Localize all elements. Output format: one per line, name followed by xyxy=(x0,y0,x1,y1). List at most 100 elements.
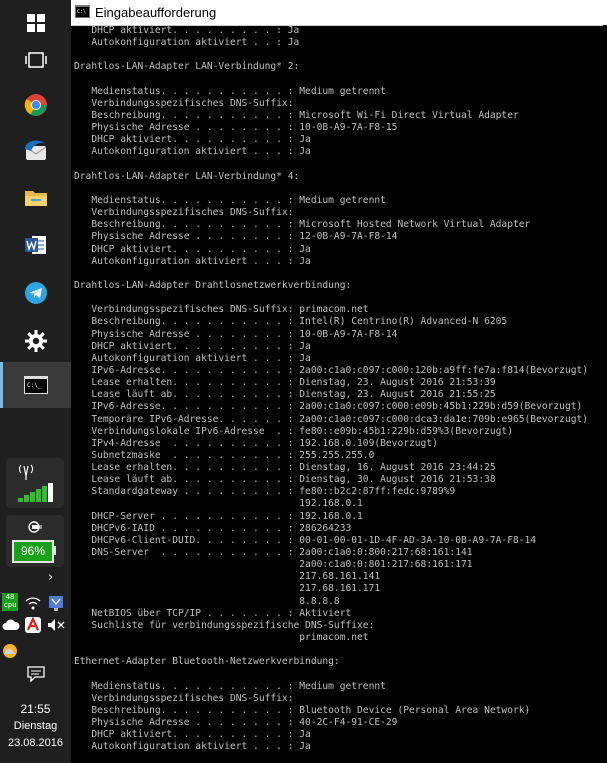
gear-icon xyxy=(24,330,47,352)
weather-app-icon[interactable] xyxy=(2,643,18,659)
window-title: Eingabeaufforderung xyxy=(95,5,217,20)
console-line: Physische Adresse . . . . . . . . : 12-0… xyxy=(74,231,398,243)
cmd-button[interactable]: C:\_ xyxy=(0,362,71,408)
task-view-icon xyxy=(24,52,47,68)
cmd-icon: C:\ xyxy=(75,5,90,18)
console-line: Beschreibung. . . . . . . . . . . : Micr… xyxy=(74,109,519,121)
taskbar: C:\_ 96% › 48 cpu 21:55 Dienstag 23.08.2… xyxy=(0,0,71,763)
vertical-scrollbar[interactable] xyxy=(603,25,607,763)
console-line: NetBIOS über TCP/IP . . . . . . . : Akti… xyxy=(74,607,352,619)
svg-text:C:\_: C:\_ xyxy=(27,382,42,389)
file-explorer-button[interactable] xyxy=(0,175,71,221)
console-line: Autokonfiguration aktiviert . . . : Ja xyxy=(74,255,311,267)
console-line: Standardgateway . . . . . . . . . : fe80… xyxy=(74,486,456,498)
word-icon xyxy=(24,236,46,254)
console-line: IPv4-Adresse . . . . . . . . . . : 192.1… xyxy=(74,437,438,449)
cmd-icon: C:\_ xyxy=(23,376,48,394)
console-line: DHCP aktiviert. . . . . . . . . : Ja xyxy=(74,25,300,36)
title-bar[interactable]: C:\ Eingabeaufforderung xyxy=(71,0,607,26)
console-line: Physische Adresse . . . . . . . . : 40-2… xyxy=(74,717,398,729)
clock-weekday[interactable]: Dienstag xyxy=(0,720,71,732)
console-line: DHCP aktiviert. . . . . . . . . . : Ja xyxy=(74,340,311,352)
console-line: Lease erhalten. . . . . . . . . . : Dien… xyxy=(74,462,496,474)
action-center-icon[interactable] xyxy=(27,666,45,682)
power-plug-icon xyxy=(28,521,42,533)
console-line: DHCP aktiviert. . . . . . . . . . : Ja xyxy=(74,729,311,741)
console-line: Lease läuft ab. . . . . . . . . . : Dien… xyxy=(74,389,496,401)
console-line: DNS-Server . . . . . . . . . . . : 2a00:… xyxy=(74,547,473,559)
console-line: Beschreibung. . . . . . . . . . . : Blue… xyxy=(74,704,531,716)
console-line: Drahtlos-LAN-Adapter LAN-Verbindung* 4: xyxy=(74,170,300,182)
console-output[interactable]: DHCP aktiviert. . . . . . . . . : Ja Aut… xyxy=(74,25,604,763)
console-line: 2a00:c1a0:0:801:217:68:161:171 xyxy=(74,559,473,571)
console-line: Drahtlos-LAN-Adapter LAN-Verbindung* 2: xyxy=(74,61,300,73)
chrome-button[interactable] xyxy=(0,82,71,128)
console-line: Physische Adresse . . . . . . . . : 10-0… xyxy=(74,122,398,134)
wifi-icon[interactable] xyxy=(25,596,41,610)
cpu-label: cpu xyxy=(3,601,17,609)
telegram-icon xyxy=(24,282,47,304)
console-line: 217.68.161.141 xyxy=(74,571,381,583)
battery-percentage: 96% xyxy=(12,540,54,563)
telegram-button[interactable] xyxy=(0,270,71,316)
console-line: Beschreibung. . . . . . . . . . . : Inte… xyxy=(74,316,508,328)
console-line: 8.8.8.8 xyxy=(74,595,340,607)
battery-tip xyxy=(53,546,56,555)
settings-button[interactable] xyxy=(0,318,71,364)
svg-text:C:\: C:\ xyxy=(77,9,86,15)
network-share-icon[interactable] xyxy=(47,594,65,612)
console-line: 192.168.0.1 xyxy=(74,498,363,510)
console-line: DHCP aktiviert. . . . . . . . . . : Ja xyxy=(74,243,311,255)
console-line: Lease erhalten. . . . . . . . . . : Dien… xyxy=(74,377,496,389)
console-window: C:\ Eingabeaufforderung DHCP aktiviert. … xyxy=(71,0,607,763)
thunderbird-icon xyxy=(24,140,46,160)
console-line: Temporäre IPv6-Adresse. . . . . . : 2a00… xyxy=(74,413,589,425)
volume-muted-icon[interactable] xyxy=(47,618,65,632)
onedrive-cloud-icon[interactable] xyxy=(2,618,20,632)
console-line: Medienstatus. . . . . . . . . . . : Medi… xyxy=(74,85,386,97)
console-line: Suchliste für verbindungsspezifische DNS… xyxy=(74,619,375,631)
console-line: Autokonfiguration aktiviert . . . : Ja xyxy=(74,741,311,753)
cpu-temp-value: 48 xyxy=(5,593,15,601)
console-line: Verbindungsspezifisches DNS-Suffix: xyxy=(74,207,294,219)
console-line: Autokonfiguration aktiviert . . : Ja xyxy=(74,37,300,49)
console-line: Drahtlos-LAN-Adapter Drahtlosnetzwerkver… xyxy=(74,279,352,291)
console-line: Medienstatus. . . . . . . . . . . : Medi… xyxy=(74,680,386,692)
console-line: Ethernet-Adapter Bluetooth-Netzwerkverbi… xyxy=(74,656,340,668)
console-line: Verbindungsspezifisches DNS-Suffix: prim… xyxy=(74,304,369,316)
console-line: IPv6-Adresse. . . . . . . . . . . : 2a00… xyxy=(74,401,583,413)
thunderbird-button[interactable] xyxy=(0,128,71,174)
network-tile[interactable] xyxy=(6,458,64,508)
console-line: Lease läuft ab. . . . . . . . . . : Dien… xyxy=(74,474,496,486)
cpu-temp-indicator[interactable]: 48 cpu xyxy=(2,593,18,611)
console-line: Verbindungsspezifisches DNS-Suffix: xyxy=(74,97,294,109)
console-line: DHCPv6-Client-DUID. . . . . . . . : 00-0… xyxy=(74,534,537,546)
chrome-icon xyxy=(24,94,47,116)
windows-logo-icon xyxy=(26,14,45,32)
console-line: Subnetzmaske . . . . . . . . . . : 255.2… xyxy=(74,449,375,461)
console-line: Autokonfiguration aktiviert . . . : Ja xyxy=(74,352,311,364)
console-line: DHCP-Server . . . . . . . . . . . : 192.… xyxy=(74,510,363,522)
console-line: 217.68.161.171 xyxy=(74,583,381,595)
console-line: primacom.net xyxy=(74,632,369,644)
show-hidden-icons-chevron[interactable]: › xyxy=(48,570,64,586)
console-line: Verbindungslokale IPv6-Adresse . : fe80:… xyxy=(74,425,513,437)
console-line: DHCP aktiviert. . . . . . . . . . : Ja xyxy=(74,134,311,146)
word-button[interactable] xyxy=(0,222,71,268)
clock-time[interactable]: 21:55 xyxy=(0,702,71,716)
wifi-signal-icon xyxy=(18,464,53,502)
avira-antivirus-icon[interactable] xyxy=(24,616,42,634)
console-line: Medienstatus. . . . . . . . . . . : Medi… xyxy=(74,194,386,206)
console-line: DHCPv6-IAID . . . . . . . . . . . : 2862… xyxy=(74,522,352,534)
console-line: Beschreibung. . . . . . . . . . . : Micr… xyxy=(74,219,531,231)
task-view-button[interactable] xyxy=(0,37,71,83)
clock-date[interactable]: 23.08.2016 xyxy=(0,737,71,749)
